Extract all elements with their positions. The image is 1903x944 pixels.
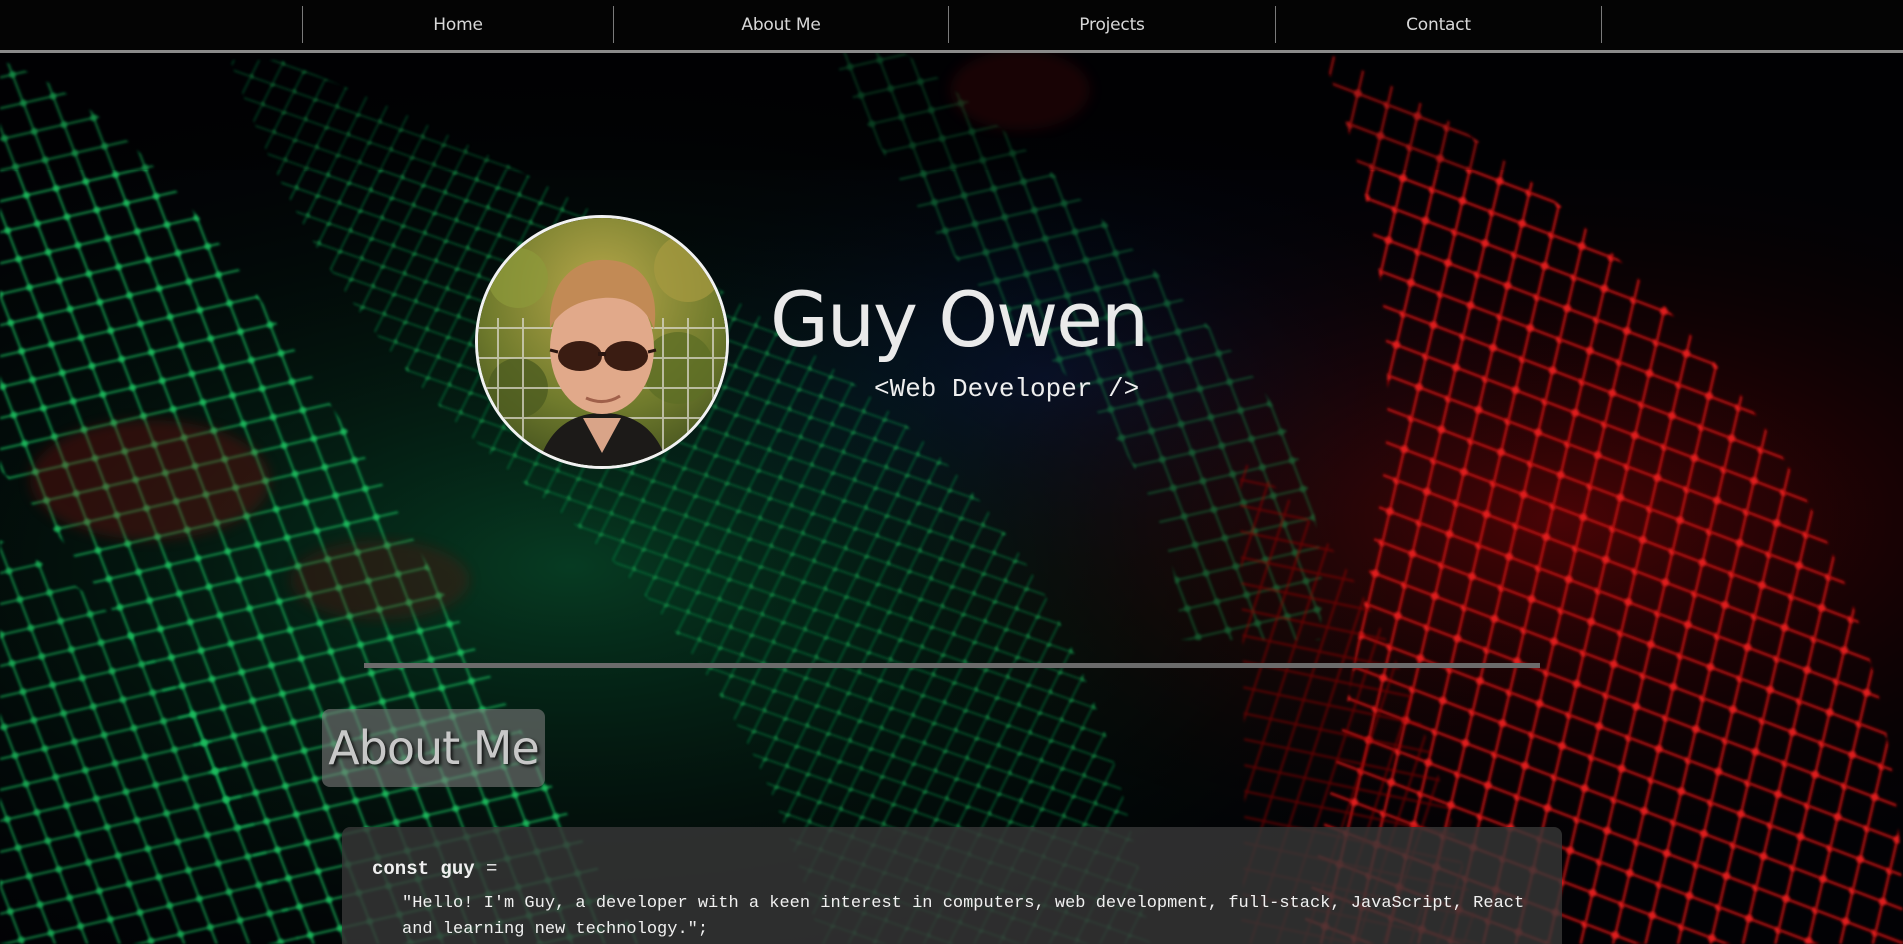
profile-photo-icon bbox=[478, 218, 726, 466]
hero-tagline: <Web Developer /> bbox=[874, 374, 1140, 404]
nav-projects-link[interactable]: Projects bbox=[949, 6, 1275, 43]
code-declaration-line: const guy = bbox=[372, 858, 497, 880]
portfolio-page: Home About Me Projects Contact Guy Owen … bbox=[0, 0, 1903, 944]
section-divider bbox=[364, 663, 1540, 668]
code-operator: = bbox=[474, 858, 498, 880]
profile-avatar bbox=[475, 215, 729, 469]
code-declaration: const guy bbox=[372, 858, 475, 880]
about-code-card: const guy = "Hello! I'm Guy, a developer… bbox=[342, 827, 1562, 944]
about-bio-text: "Hello! I'm Guy, a developer with a keen… bbox=[402, 894, 1525, 939]
hero-name: Guy Owen bbox=[770, 275, 1149, 364]
network-background bbox=[0, 0, 1903, 944]
nav-about-link[interactable]: About Me bbox=[614, 6, 948, 43]
nav-separator bbox=[1601, 6, 1602, 43]
about-heading: About Me bbox=[328, 721, 540, 775]
nav-home-link[interactable]: Home bbox=[303, 6, 613, 43]
about-heading-box: About Me bbox=[322, 709, 545, 787]
nav-contact-link[interactable]: Contact bbox=[1276, 6, 1601, 43]
top-navigation: Home About Me Projects Contact bbox=[0, 0, 1903, 53]
